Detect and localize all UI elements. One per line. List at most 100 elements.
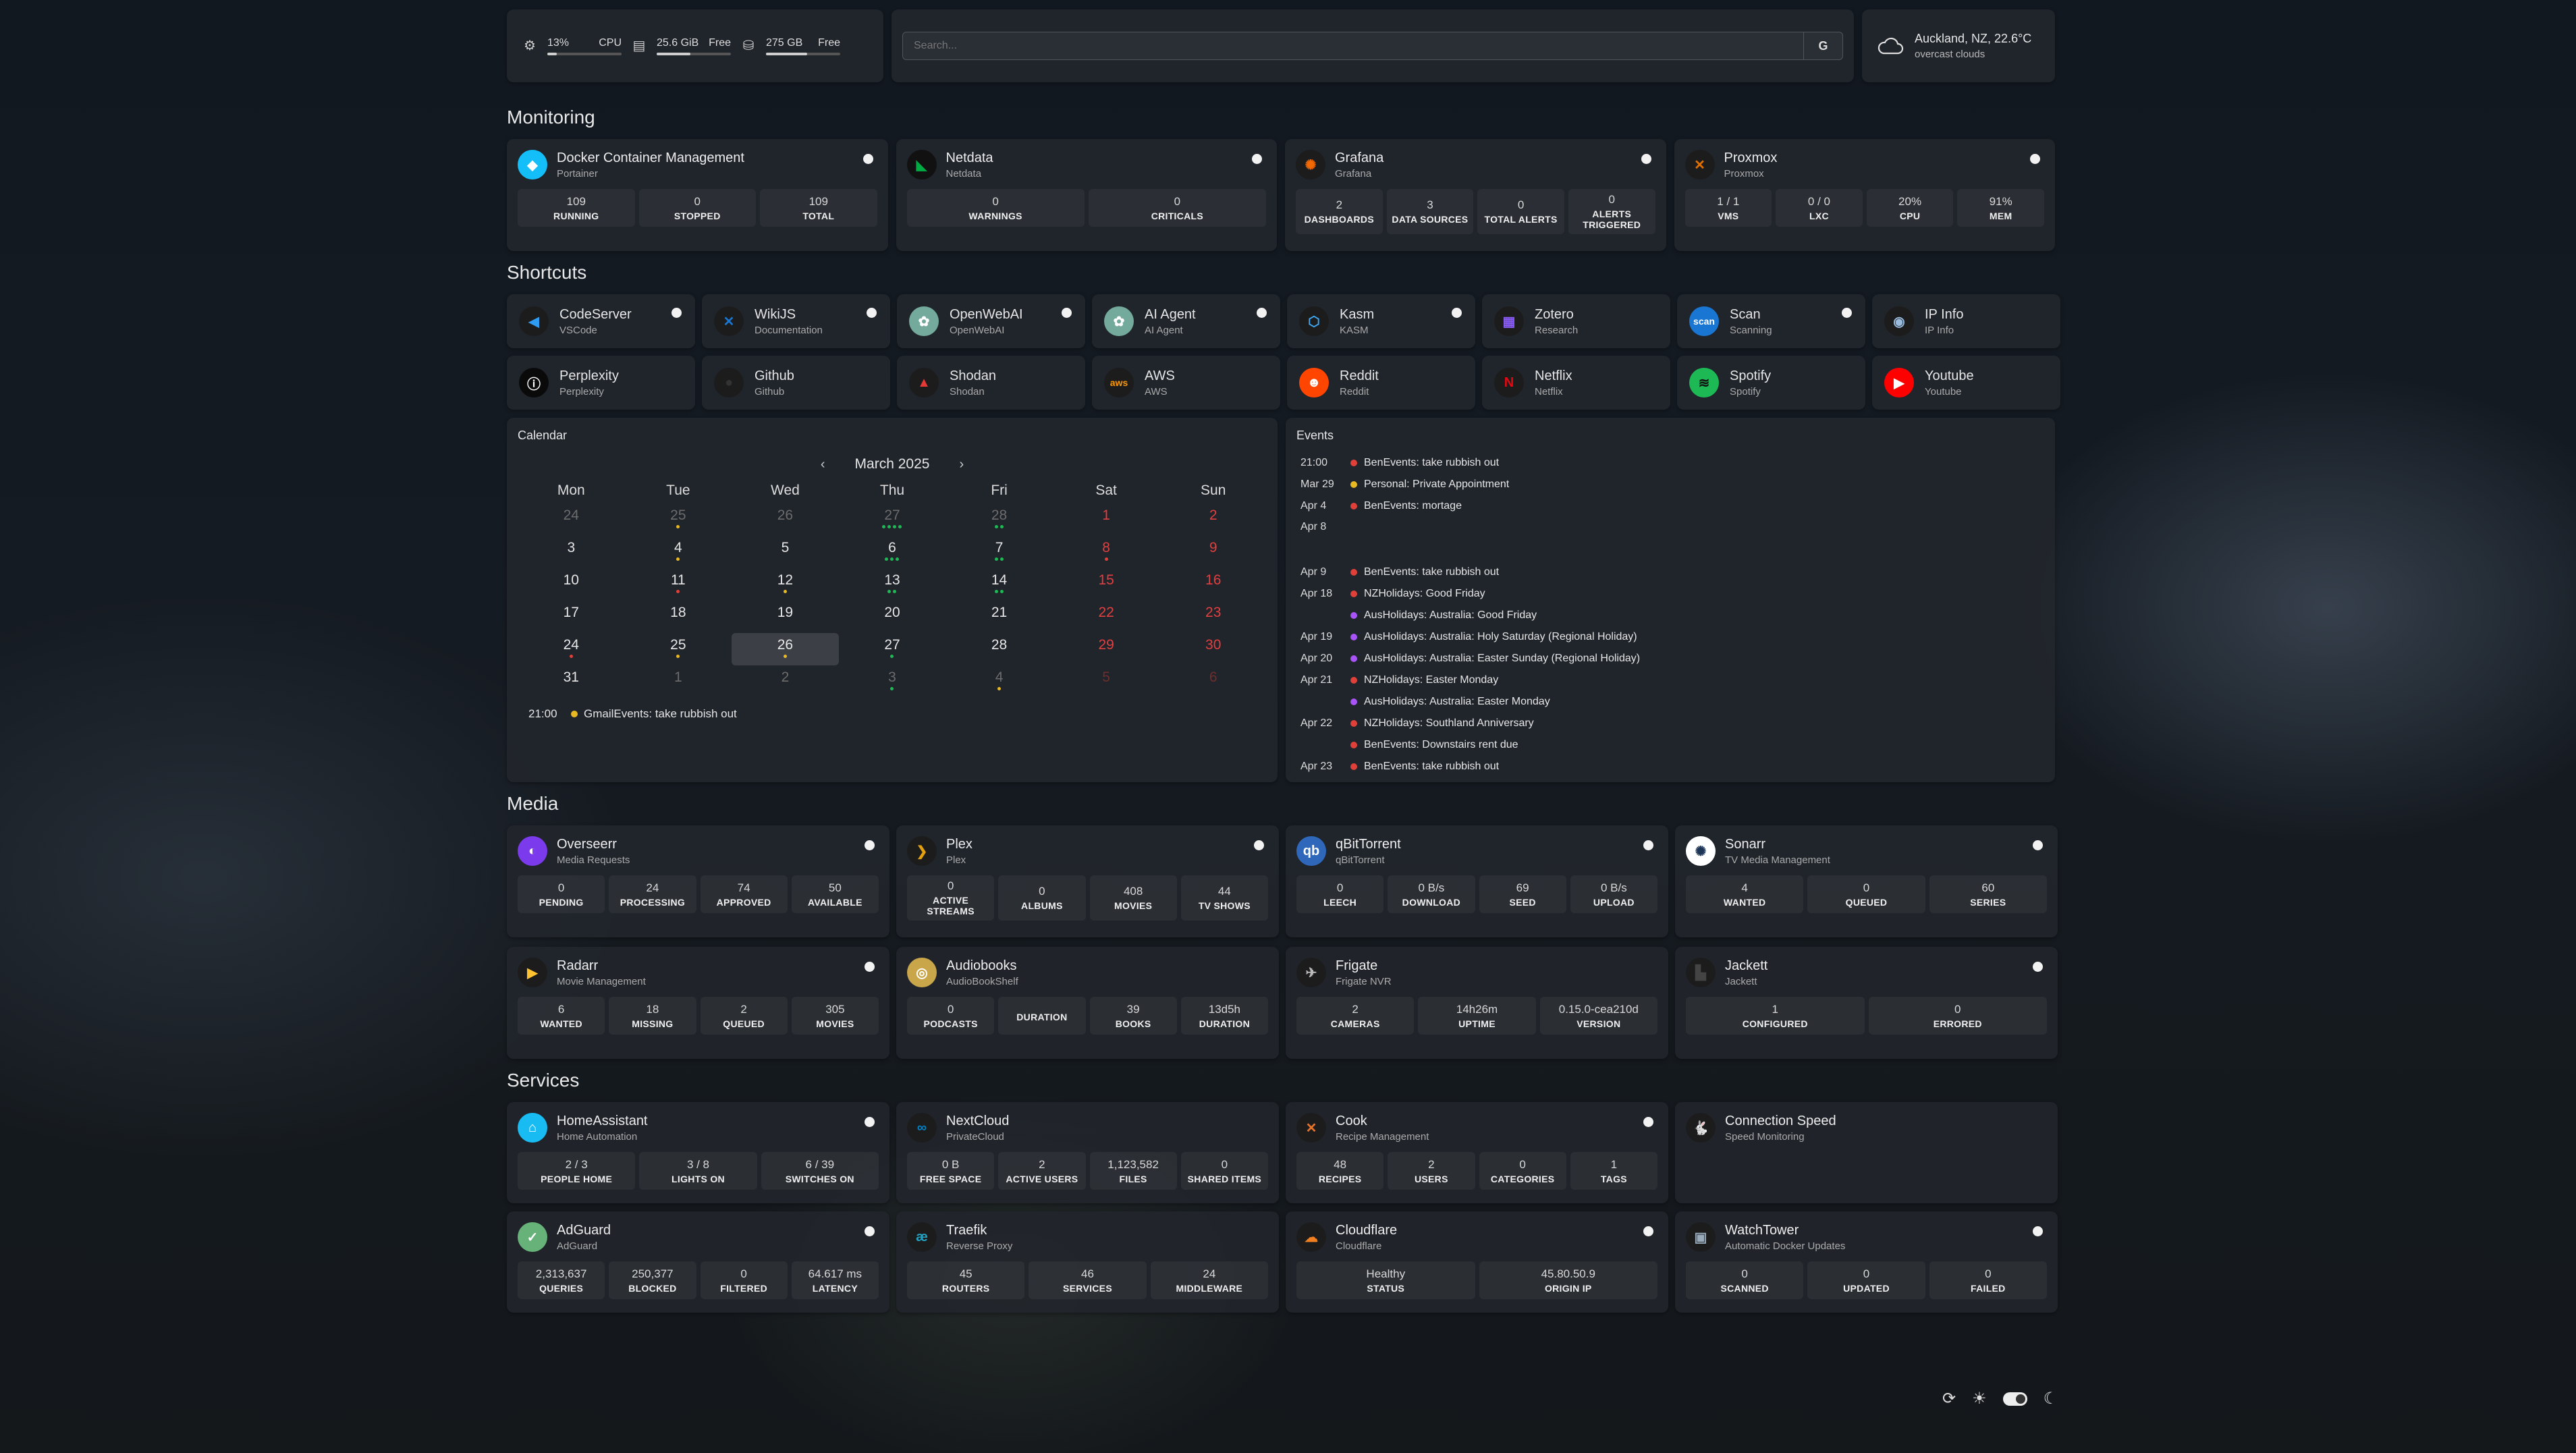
calendar-day[interactable]: 14	[946, 568, 1053, 601]
shortcut-netflix[interactable]: N Netflix Netflix	[1482, 356, 1670, 410]
service-card-overseerr[interactable]: ◐ Overseerr Media Requests 0 PENDING 24 PROCE…	[507, 825, 889, 937]
calendar-day[interactable]: 16	[1159, 568, 1267, 601]
sun-icon[interactable]: ☀	[1972, 1389, 1987, 1408]
shortcut-github[interactable]: ● Github Github	[702, 356, 890, 410]
service-card-docker-container-management[interactable]: ◆ Docker Container Management Portainer 10…	[507, 139, 888, 251]
calendar-day[interactable]: 7	[946, 536, 1053, 568]
service-card-adguard[interactable]: ✓ AdGuard AdGuard 2,313,637 QUERIES 250,377 B…	[507, 1211, 889, 1313]
calendar-day[interactable]: 3	[518, 536, 625, 568]
calendar-day[interactable]: 24	[518, 503, 625, 536]
event-item[interactable]: 21:00 BenEvents: take rubbish out	[1296, 452, 2044, 474]
calendar-day[interactable]: 11	[625, 568, 732, 601]
calendar-day[interactable]: 8	[1053, 536, 1160, 568]
service-card-watchtower[interactable]: ▣ WatchTower Automatic Docker Updates 0 SCA…	[1675, 1211, 2058, 1313]
service-card-audiobooks[interactable]: ◎ Audiobooks AudioBookShelf 0 PODCASTS DURAT…	[896, 947, 1279, 1059]
calendar-day[interactable]: 31	[518, 665, 625, 698]
service-card-proxmox[interactable]: ✕ Proxmox Proxmox 1 / 1 VMS 0 / 0 LXC 20% CPU 91…	[1674, 139, 2055, 251]
event-item[interactable]: Apr 19 AusHolidays: Australia: Holy Satur…	[1296, 626, 2044, 648]
shortcut-ip-info[interactable]: ◉ IP Info IP Info	[1872, 294, 2060, 348]
service-card-cook[interactable]: ✕ Cook Recipe Management 48 RECIPES 2 USERS 0 C…	[1286, 1102, 1668, 1203]
calendar-day[interactable]: 9	[1159, 536, 1267, 568]
search-input[interactable]	[902, 32, 1804, 60]
shortcut-aws[interactable]: aws AWS AWS	[1092, 356, 1280, 410]
calendar-day[interactable]: 4	[946, 665, 1053, 698]
event-item[interactable]: Apr 20 AusHolidays: Australia: Easter Sun…	[1296, 648, 2044, 669]
event-item[interactable]: Apr 23 BenEvents: take rubbish out	[1296, 756, 2044, 777]
calendar-day[interactable]: 25	[625, 503, 732, 536]
audiobooks-logo-icon: ◎	[907, 958, 937, 987]
event-item[interactable]: Mar 29 Personal: Private Appointment	[1296, 474, 2044, 495]
calendar-day[interactable]: 6	[839, 536, 946, 568]
calendar-day[interactable]: 4	[625, 536, 732, 568]
calendar-day[interactable]: 10	[518, 568, 625, 601]
theme-toggle[interactable]	[2002, 1392, 2027, 1406]
shortcut-spotify[interactable]: ≋ Spotify Spotify	[1677, 356, 1865, 410]
calendar-day[interactable]: 21	[946, 601, 1053, 633]
service-card-sonarr[interactable]: ✺ Sonarr TV Media Management 4 WANTED 0 QUEUE…	[1675, 825, 2058, 937]
calendar-day[interactable]: 2	[732, 665, 839, 698]
calendar-day[interactable]: 1	[625, 665, 732, 698]
calendar-day[interactable]: 12	[732, 568, 839, 601]
event-item[interactable]: Apr 9 BenEvents: take rubbish out	[1296, 561, 2044, 583]
event-item[interactable]: Apr 22 NZHolidays: Southland Anniversary	[1296, 713, 2044, 734]
service-card-grafana[interactable]: ✺ Grafana Grafana 2 DASHBOARDS 3 DATA SOURCES…	[1285, 139, 1666, 251]
calendar-day[interactable]: 25	[625, 633, 732, 665]
event-item[interactable]: Apr 21 NZHolidays: Easter Monday	[1296, 669, 2044, 691]
calendar-day[interactable]: 26	[732, 503, 839, 536]
moon-icon[interactable]: ☾	[2044, 1389, 2058, 1408]
calendar-day[interactable]: 28	[946, 633, 1053, 665]
service-card-netdata[interactable]: ◣ Netdata Netdata 0 WARNINGS 0 CRITICALS	[896, 139, 1277, 251]
shortcut-codeserver[interactable]: ◀ CodeServer VSCode	[507, 294, 695, 348]
service-card-cloudflare[interactable]: ☁ Cloudflare Cloudflare Healthy STATUS 45.80…	[1286, 1211, 1668, 1313]
shortcut-reddit[interactable]: ☻ Reddit Reddit	[1287, 356, 1475, 410]
calendar-day[interactable]: 15	[1053, 568, 1160, 601]
calendar-day[interactable]: 24	[518, 633, 625, 665]
refresh-icon[interactable]: ⟳	[1942, 1389, 1956, 1408]
calendar-day[interactable]: 17	[518, 601, 625, 633]
service-card-qbittorrent[interactable]: qb qBitTorrent qBitTorrent 0 LEECH 0 B/s DOWN…	[1286, 825, 1668, 937]
shortcut-zotero[interactable]: ▦ Zotero Research	[1482, 294, 1670, 348]
calendar-day[interactable]: 28	[946, 503, 1053, 536]
search-provider-button[interactable]: G	[1804, 32, 1843, 60]
calendar-day[interactable]: 18	[625, 601, 732, 633]
calendar-day[interactable]: 19	[732, 601, 839, 633]
service-card-frigate[interactable]: ✈ Frigate Frigate NVR 2 CAMERAS 14h26m UPTIME…	[1286, 947, 1668, 1059]
service-card-jackett[interactable]: ▙ Jackett Jackett 1 CONFIGURED 0 ERRORED	[1675, 947, 2058, 1059]
calendar-day[interactable]: 26	[732, 633, 839, 665]
calendar-day[interactable]: 23	[1159, 601, 1267, 633]
calendar-day[interactable]: 5	[732, 536, 839, 568]
service-card-connection-speed[interactable]: 🐇 Connection Speed Speed Monitoring	[1675, 1102, 2058, 1203]
service-card-traefik[interactable]: æ Traefik Reverse Proxy 45 ROUTERS 46 SERVICE…	[896, 1211, 1279, 1313]
service-card-plex[interactable]: ❯ Plex Plex 0 ACTIVE STREAMS 0 ALBUMS 408 MOVIE…	[896, 825, 1279, 937]
event-item[interactable]: BenEvents: Downstairs rent due	[1296, 734, 2044, 756]
event-item[interactable]: Apr 18 NZHolidays: Good Friday	[1296, 583, 2044, 605]
shortcut-openwebai[interactable]: ✿ OpenWebAI OpenWebAI	[897, 294, 1085, 348]
shortcut-wikijs[interactable]: ✕ WikiJS Documentation	[702, 294, 890, 348]
calendar-day[interactable]: 13	[839, 568, 946, 601]
service-card-nextcloud[interactable]: ∞ NextCloud PrivateCloud 0 B FREE SPACE 2 ACT…	[896, 1102, 1279, 1203]
event-item[interactable]: Apr 4 BenEvents: mortage	[1296, 495, 2044, 517]
calendar-next-button[interactable]: ›	[959, 457, 964, 472]
shortcut-perplexity[interactable]: ⓘ Perplexity Perplexity	[507, 356, 695, 410]
calendar-day[interactable]: 6	[1159, 665, 1267, 698]
shortcut-shodan[interactable]: ▲ Shodan Shodan	[897, 356, 1085, 410]
service-card-homeassistant[interactable]: ⌂ HomeAssistant Home Automation 2 / 3 PEOPL…	[507, 1102, 889, 1203]
service-card-radarr[interactable]: ▶ Radarr Movie Management 6 WANTED 18 MISSING…	[507, 947, 889, 1059]
calendar-day[interactable]: 30	[1159, 633, 1267, 665]
calendar-day[interactable]: 3	[839, 665, 946, 698]
shortcut-kasm[interactable]: ⬡ Kasm KASM	[1287, 294, 1475, 348]
shortcut-ai-agent[interactable]: ✿ AI Agent AI Agent	[1092, 294, 1280, 348]
event-item[interactable]: AusHolidays: Australia: Good Friday	[1296, 605, 2044, 626]
calendar-prev-button[interactable]: ‹	[821, 457, 825, 472]
shortcut-youtube[interactable]: ▶ Youtube Youtube	[1872, 356, 2060, 410]
calendar-day[interactable]: 27	[839, 633, 946, 665]
calendar-day[interactable]: 29	[1053, 633, 1160, 665]
calendar-day[interactable]: 5	[1053, 665, 1160, 698]
calendar-day[interactable]: 1	[1053, 503, 1160, 536]
event-item[interactable]: AusHolidays: Australia: Easter Monday	[1296, 691, 2044, 713]
calendar-day[interactable]: 22	[1053, 601, 1160, 633]
shortcut-scan[interactable]: scan Scan Scanning	[1677, 294, 1865, 348]
calendar-day[interactable]: 2	[1159, 503, 1267, 536]
calendar-day[interactable]: 20	[839, 601, 946, 633]
calendar-day[interactable]: 27	[839, 503, 946, 536]
